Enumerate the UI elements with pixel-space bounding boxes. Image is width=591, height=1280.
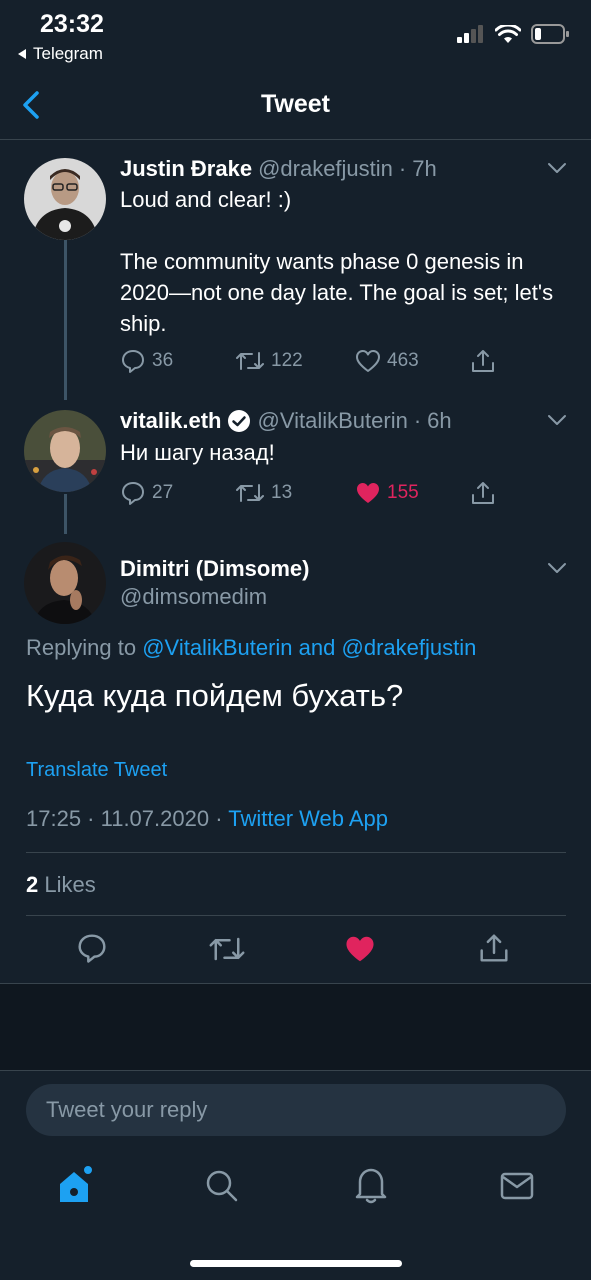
status-time: 23:32 (40, 10, 104, 38)
main-tweet-name[interactable]: Dimitri (Dimsome) (120, 556, 309, 582)
nav-bar: Tweet (0, 76, 591, 140)
share-icon (470, 348, 496, 374)
like-button[interactable]: 463 (355, 349, 470, 373)
retweet-button[interactable]: 13 (235, 481, 355, 505)
reply-count: 36 (152, 350, 174, 371)
tweet-1-handle[interactable]: @drakefjustin (258, 156, 393, 182)
tweet-1-time: 7h (412, 156, 437, 181)
wifi-icon (495, 24, 521, 44)
avatar-dimitri[interactable] (24, 542, 106, 624)
likes-label: Likes (44, 872, 96, 897)
reply-button[interactable]: 36 (120, 348, 235, 374)
retweet-icon (235, 349, 265, 373)
status-icons (457, 24, 569, 44)
page-title: Tweet (261, 90, 330, 118)
share-button[interactable] (478, 932, 510, 964)
share-button[interactable] (470, 348, 496, 374)
heart-filled-icon (355, 481, 381, 505)
reply-icon (120, 348, 146, 374)
heart-filled-icon (344, 934, 376, 964)
battery-icon (531, 24, 569, 44)
heart-icon (355, 349, 381, 373)
reply-count: 27 (152, 482, 174, 503)
tweet-2-header: vitalik.eth @VitalikButerin · 6h (120, 408, 452, 434)
chevron-down-icon (547, 162, 567, 174)
reply-to-justin-link[interactable]: @drakefjustin (342, 635, 477, 660)
avatar-vitalik[interactable] (24, 410, 106, 492)
likes-stat[interactable]: 2 Likes (26, 872, 96, 898)
share-icon (478, 932, 510, 964)
back-app-label: Telegram (33, 44, 103, 63)
reply-input[interactable] (26, 1084, 566, 1136)
reply-button[interactable]: 27 (120, 480, 235, 506)
tweet-2-actions: 27 13 155 (120, 480, 500, 506)
main-tweet-menu[interactable] (547, 562, 567, 574)
main-tweet-actions (0, 932, 591, 968)
tweet-1-dot: · (398, 156, 407, 181)
translate-tweet-link[interactable]: Translate Tweet (26, 759, 167, 782)
chevron-down-icon (547, 414, 567, 426)
mail-icon (500, 1172, 534, 1200)
likes-count: 2 (26, 872, 39, 897)
tweet-2-dot: · (413, 408, 422, 433)
divider (26, 915, 566, 916)
bell-icon (354, 1166, 388, 1204)
replying-to: Replying to @VitalikButerin and @drakefj… (26, 635, 476, 661)
thread-line (64, 494, 67, 534)
share-icon (470, 480, 496, 506)
like-button[interactable] (344, 934, 376, 964)
tweet-1-header: Justin Ðrake @drakefjustin · 7h (120, 156, 437, 182)
reply-to-vitalik-link[interactable]: @VitalikButerin (142, 635, 292, 660)
tweet-2-time: 6h (427, 408, 452, 433)
reply-button[interactable] (76, 932, 108, 964)
tweet-2-menu[interactable] (547, 414, 567, 426)
avatar-justin[interactable] (24, 158, 106, 240)
home-indicator[interactable] (190, 1260, 402, 1267)
retweet-icon (235, 481, 265, 505)
thread-line (64, 240, 67, 400)
back-to-app[interactable]: Telegram (16, 44, 103, 64)
retweet-button[interactable] (208, 934, 246, 964)
tweet-1-text: Loud and clear! :) The community wants p… (120, 187, 554, 336)
bottom-divider (0, 1070, 591, 1071)
reply-and[interactable]: and (299, 635, 336, 660)
divider (26, 852, 566, 853)
tab-bar (0, 1150, 591, 1230)
reply-icon (120, 480, 146, 506)
tweet-1-name[interactable]: Justin Ðrake (120, 156, 252, 182)
main-tweet-handle[interactable]: @dimsomedim (120, 584, 267, 610)
empty-area (0, 983, 591, 1071)
replying-prefix: Replying to (26, 635, 137, 660)
tweet-1-actions: 36 122 463 (120, 348, 500, 374)
like-count: 463 (387, 350, 419, 371)
retweet-count: 13 (271, 482, 293, 503)
tweet-1-menu[interactable] (547, 162, 567, 174)
main-tweet-text: Куда куда пойдем бухать? (26, 678, 404, 713)
home-icon (56, 1164, 96, 1206)
verified-icon (227, 409, 251, 433)
back-triangle-icon (16, 48, 27, 60)
retweet-button[interactable]: 122 (235, 349, 355, 373)
tweet-2-text: Ни шагу назад! (120, 440, 275, 465)
reply-icon (76, 932, 108, 964)
search-icon (204, 1168, 240, 1204)
tab-notifications[interactable] (354, 1166, 388, 1204)
tab-search[interactable] (204, 1168, 240, 1204)
tweet-2-name[interactable]: vitalik.eth (120, 408, 221, 434)
chevron-down-icon (547, 562, 567, 574)
signal-icon (457, 25, 485, 43)
tweet-source-link[interactable]: Twitter Web App (228, 806, 388, 831)
tweet-2-handle[interactable]: @VitalikButerin (257, 408, 407, 434)
retweet-count: 122 (271, 350, 303, 371)
tab-messages[interactable] (500, 1172, 534, 1200)
share-button[interactable] (470, 480, 496, 506)
tweet-meta: 17:25 · 11.07.2020 · Twitter Web App (26, 806, 388, 832)
retweet-icon (208, 934, 246, 964)
tab-home[interactable] (56, 1164, 96, 1206)
like-button[interactable]: 155 (355, 481, 470, 505)
tweet-timestamp: 17:25 · 11.07.2020 · (26, 806, 223, 831)
like-count: 155 (387, 482, 419, 503)
